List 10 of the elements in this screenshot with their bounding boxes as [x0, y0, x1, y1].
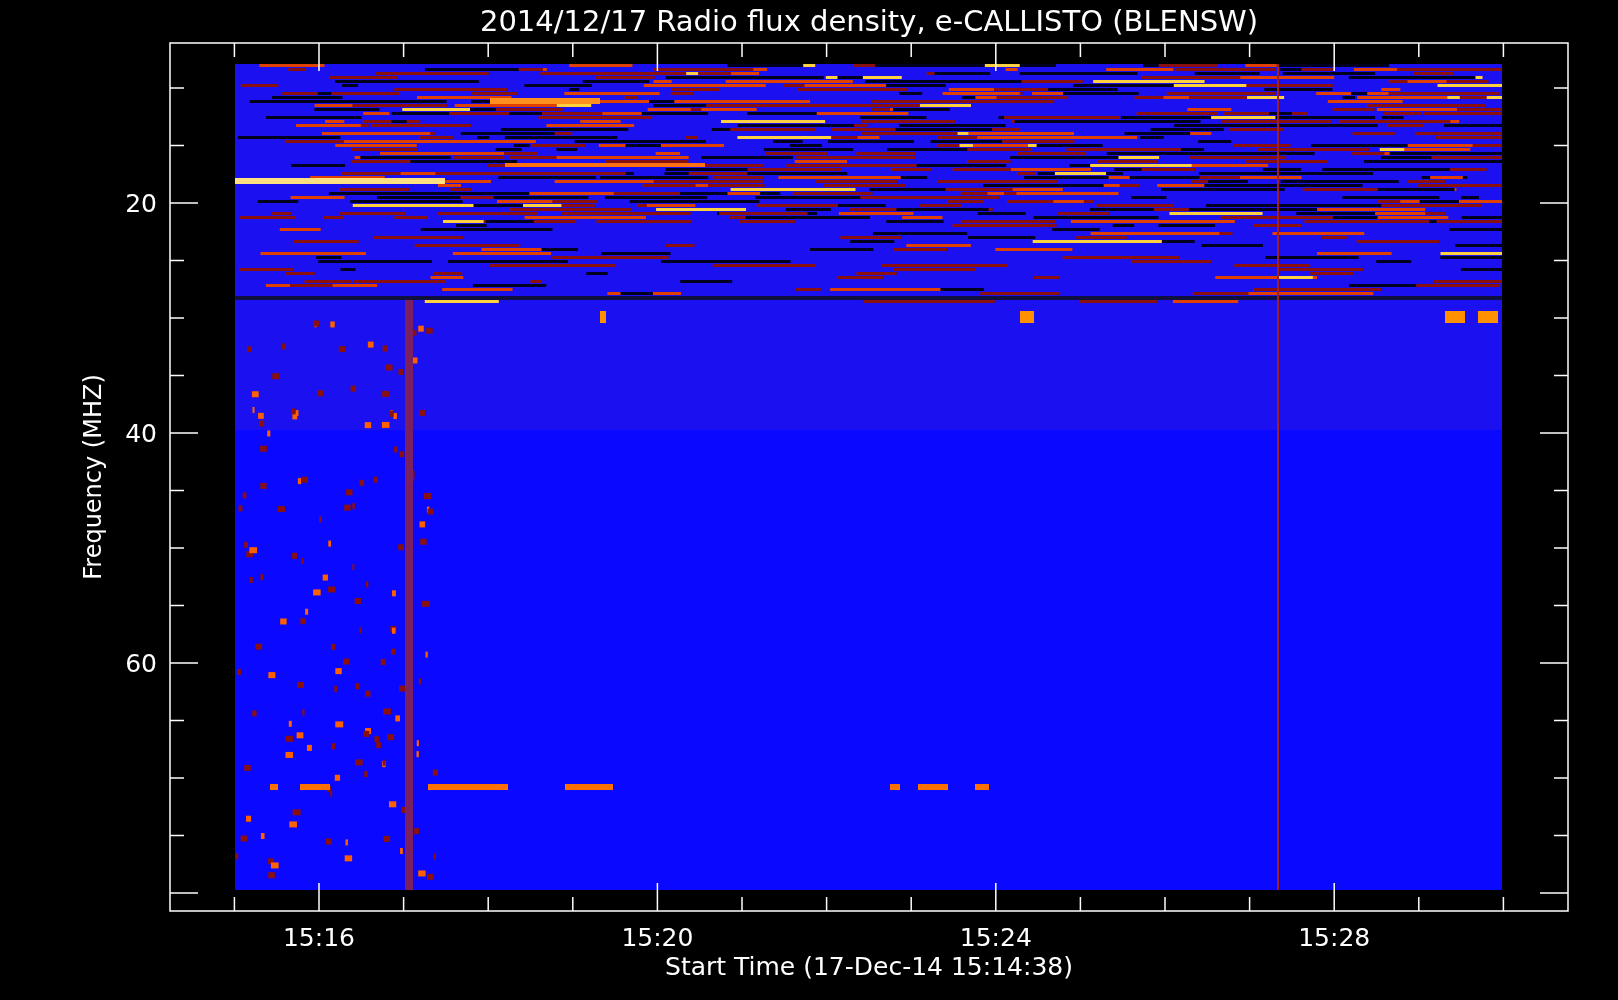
- x-tick-label: 15:16: [283, 923, 355, 952]
- x-tick-label: 15:20: [621, 923, 694, 952]
- y-axis-label: Frequency (MHZ): [79, 374, 107, 580]
- x-axis-label: Start Time (17-Dec-14 15:14:38): [665, 952, 1073, 981]
- y-tick-label: 40: [125, 419, 157, 448]
- x-tick-label: 15:24: [959, 923, 1032, 952]
- x-tick-label: 15:28: [1298, 923, 1371, 952]
- y-tick-label: 60: [125, 649, 157, 678]
- chart-title: 2014/12/17 Radio flux density, e-CALLISTO (BLENSW): [479, 4, 1259, 38]
- y-tick-label: 20: [125, 189, 157, 218]
